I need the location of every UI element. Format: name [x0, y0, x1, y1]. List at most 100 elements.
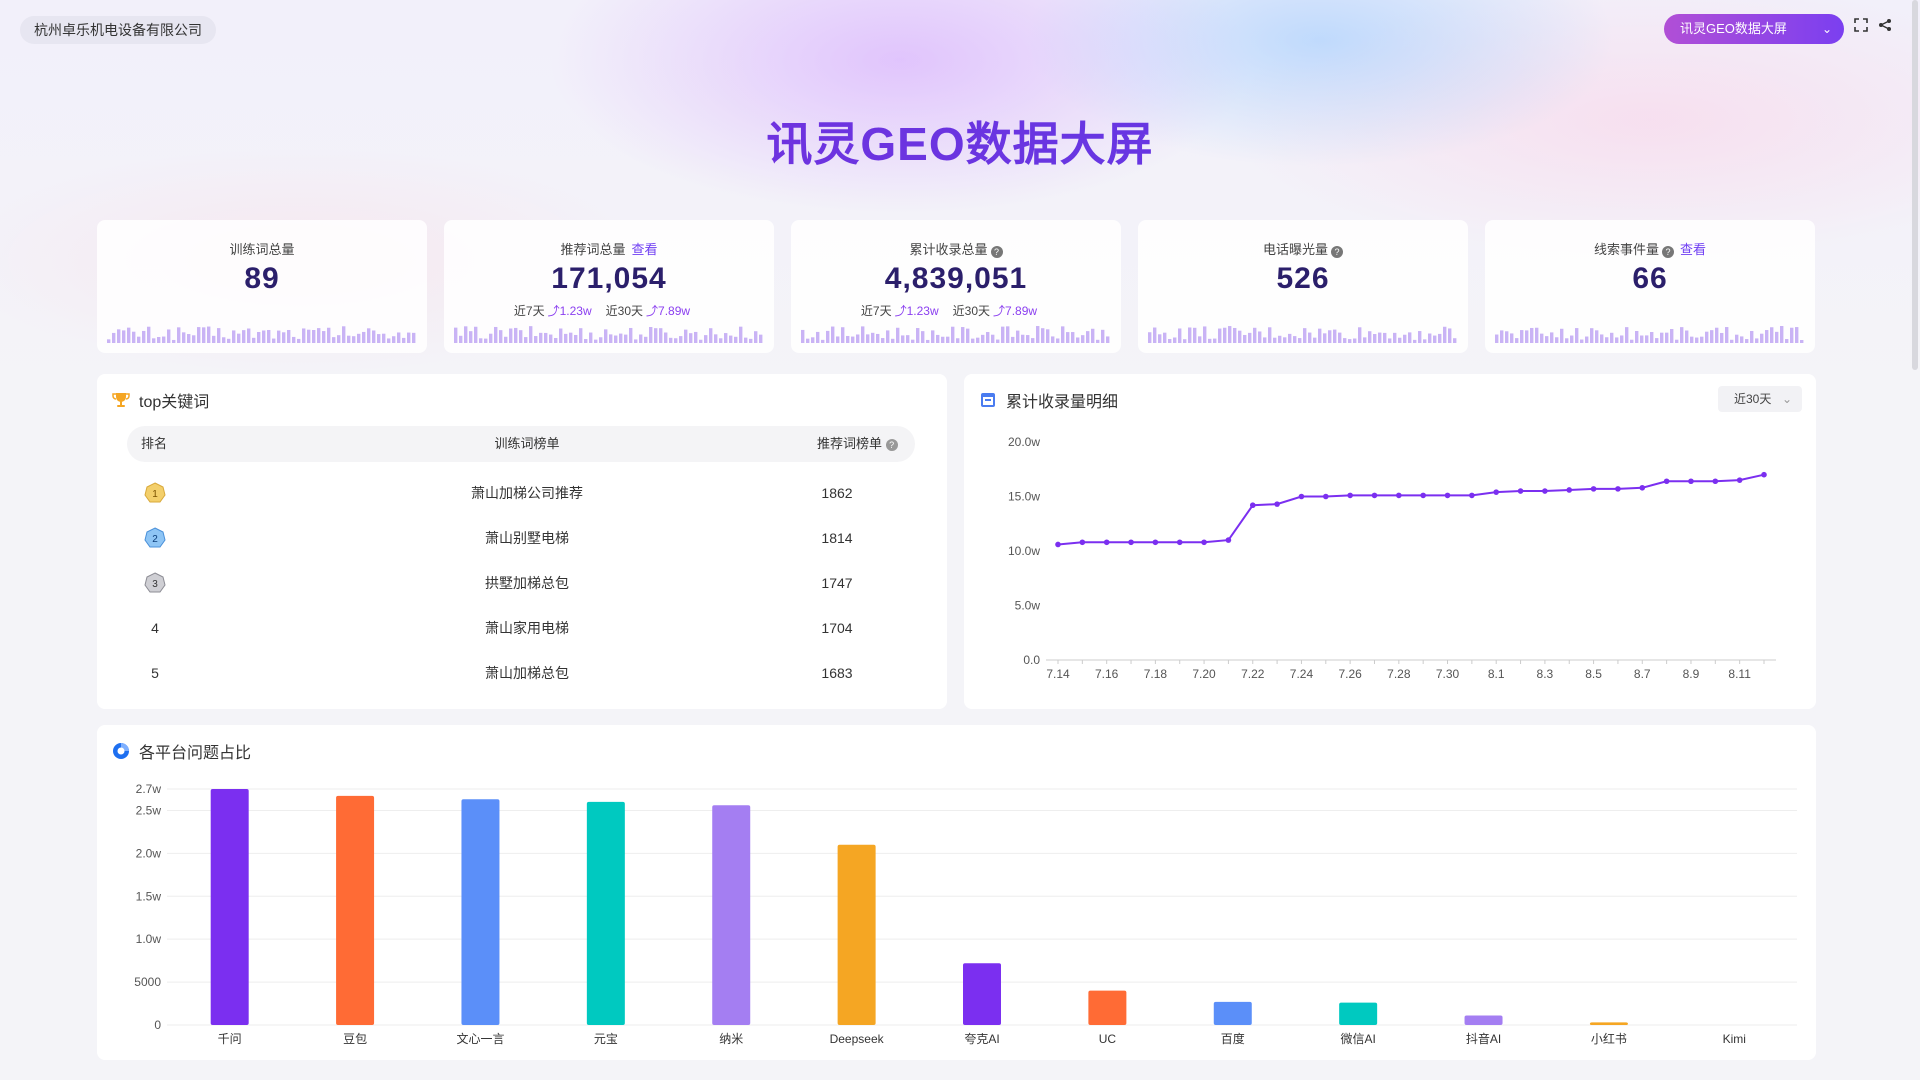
- table-row[interactable]: 4 萧山家用电梯 1704: [127, 613, 915, 643]
- help-icon[interactable]: ?: [885, 439, 898, 451]
- spark-bar: [1178, 328, 1182, 343]
- svg-text:3: 3: [152, 579, 158, 590]
- spark-bar: [112, 332, 116, 343]
- data-point: [1079, 539, 1086, 546]
- spark-bar: [1348, 339, 1352, 343]
- spark-bar: [1610, 332, 1614, 343]
- spark-bar: [167, 329, 171, 343]
- spark-bar: [464, 326, 468, 343]
- page-scrollbar[interactable]: [1912, 0, 1918, 370]
- kpi-sparkline: [454, 326, 763, 343]
- x-tick-label: 微信AI: [1340, 1032, 1375, 1046]
- spark-bar: [1495, 334, 1499, 343]
- spark-bar: [1293, 336, 1297, 343]
- spark-bar: [157, 336, 161, 343]
- spark-bar: [1545, 336, 1549, 343]
- x-tick-label: 7.28: [1387, 667, 1411, 681]
- kpi-card-recommend-words: 推荐词总量 查看 171,054 近7天 ⤴1.23w 近30天 ⤴7.89w: [444, 220, 774, 353]
- company-name-pill[interactable]: 杭州卓乐机电设备有限公司: [20, 16, 216, 44]
- spark-bar: [454, 327, 458, 343]
- screen-select-dropdown[interactable]: 讯灵GEO数据大屏 ⌄: [1664, 14, 1844, 44]
- spark-bar: [866, 334, 870, 343]
- x-tick-label: 7.20: [1192, 667, 1216, 681]
- help-icon[interactable]: ?: [1662, 246, 1674, 258]
- spark-bar: [639, 334, 643, 343]
- spark-bar: [1026, 335, 1030, 343]
- bar: [210, 789, 249, 1025]
- spark-bar: [1273, 337, 1277, 343]
- spark-bar: [549, 334, 553, 343]
- share-icon[interactable]: [1876, 18, 1894, 36]
- spark-bar: [589, 332, 593, 343]
- spark-bar: [689, 333, 693, 343]
- spark-bar: [1253, 327, 1257, 343]
- spark-bar: [297, 338, 301, 343]
- kpi-value: 89: [244, 262, 280, 295]
- data-point: [1225, 537, 1232, 543]
- spark-bar: [262, 330, 266, 343]
- page-title: 讯灵GEO数据大屏: [0, 108, 1920, 174]
- spark-bar: [1635, 331, 1639, 343]
- table-row[interactable]: 5 萧山加梯总包 1683: [127, 658, 915, 688]
- spark-bar: [966, 328, 970, 343]
- help-icon[interactable]: ?: [990, 246, 1003, 258]
- spark-bar: [1263, 337, 1267, 343]
- spark-bar: [127, 327, 131, 343]
- col-rank: 排名: [141, 436, 168, 451]
- spark-bar: [674, 338, 678, 343]
- spark-bar: [1695, 337, 1699, 343]
- spark-bar: [916, 328, 920, 343]
- spark-bar: [237, 333, 241, 343]
- spark-bar: [986, 332, 990, 343]
- fullscreen-icon[interactable]: [1852, 18, 1870, 36]
- x-tick-label: 8.1: [1488, 667, 1505, 681]
- table-row[interactable]: 3 拱墅加梯总包 1747: [127, 568, 915, 598]
- spark-bar: [137, 336, 141, 343]
- spark-bar: [614, 335, 618, 343]
- trend-7d-value: ⤴1.23w: [547, 304, 592, 318]
- spark-bar: [1680, 327, 1684, 343]
- spark-bar: [484, 338, 488, 343]
- svg-text:1: 1: [152, 489, 158, 500]
- spark-bar: [1198, 336, 1202, 343]
- spark-bar: [1036, 326, 1040, 343]
- spark-bar: [142, 330, 146, 343]
- spark-bar: [322, 331, 326, 343]
- spark-bar: [956, 338, 960, 343]
- spark-bar: [1006, 326, 1010, 343]
- view-link[interactable]: 查看: [1680, 242, 1706, 257]
- spark-bar: [1685, 330, 1689, 343]
- spark-bar: [372, 330, 376, 343]
- kpi-trend: 近7天 ⤴1.23w 近30天 ⤴7.89w: [791, 302, 1121, 319]
- spark-bar: [1333, 329, 1337, 343]
- data-point: [1688, 478, 1694, 485]
- spark-bar: [232, 330, 236, 343]
- spark-bar: [377, 334, 381, 343]
- spark-bar: [267, 329, 271, 343]
- data-point: [1542, 488, 1548, 494]
- spark-bar: [694, 331, 698, 343]
- spark-bar: [1193, 327, 1197, 343]
- spark-bar: [584, 339, 588, 343]
- table-row[interactable]: 1 萧山加梯公司推荐 1862: [127, 478, 915, 508]
- spark-bar: [559, 328, 563, 343]
- spark-bar: [1343, 338, 1347, 343]
- spark-bar: [397, 332, 401, 343]
- spark-bar: [317, 328, 321, 343]
- top-keywords-panel: top关键词 排名 训练词榜单 推荐词榜单 ? 1 萧山加梯公司推荐 1862 …: [97, 374, 947, 709]
- data-point: [1615, 486, 1621, 492]
- spark-bar: [1208, 338, 1212, 343]
- table-row[interactable]: 2 萧山别墅电梯 1814: [127, 523, 915, 553]
- bar: [1589, 1022, 1628, 1025]
- spark-bar: [816, 331, 820, 343]
- spark-bar: [1535, 327, 1539, 343]
- help-icon[interactable]: ?: [1331, 246, 1343, 258]
- spark-bar: [1438, 333, 1442, 343]
- y-tick-label: 15.0w: [1008, 490, 1040, 504]
- spark-bar: [1735, 334, 1739, 343]
- kpi-sparkline: [801, 326, 1110, 343]
- view-link[interactable]: 查看: [632, 242, 658, 257]
- y-tick-label: 1.5w: [136, 889, 162, 903]
- spark-bar: [514, 327, 518, 343]
- col-keyword: 训练词榜单: [494, 436, 560, 451]
